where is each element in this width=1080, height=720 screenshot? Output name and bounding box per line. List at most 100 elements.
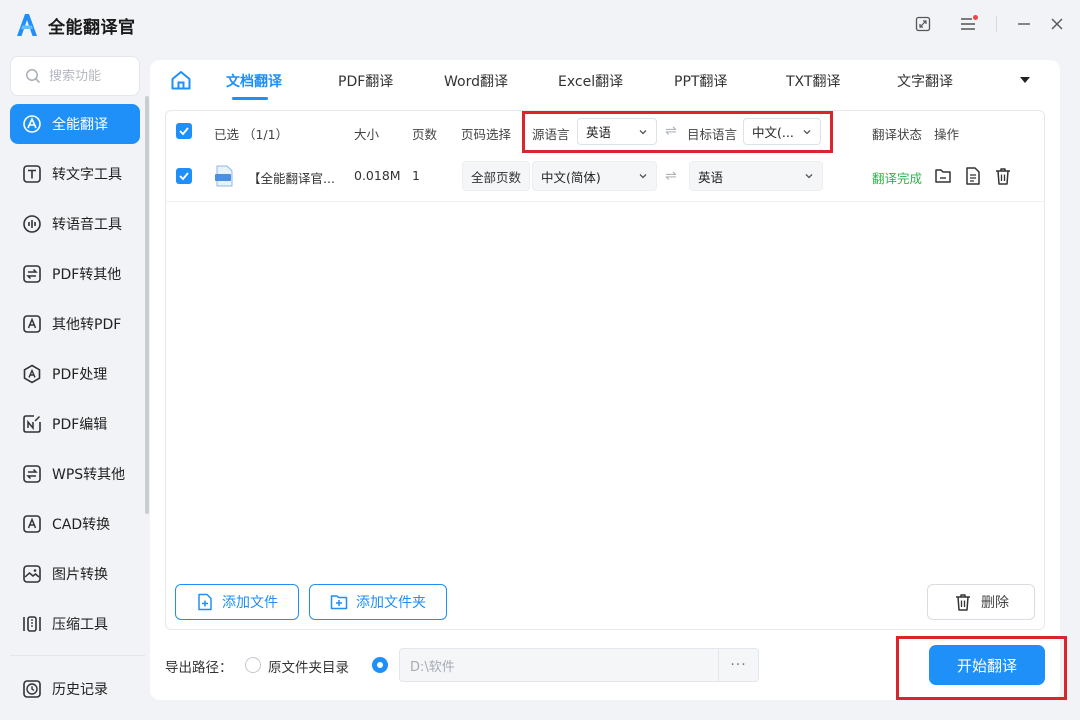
sidebar-item-label: 转文字工具: [52, 167, 122, 183]
row-target-language-select[interactable]: 英语: [689, 161, 823, 191]
row-divider: [166, 201, 1044, 202]
export-path-field[interactable]: D:\软件 ···: [399, 648, 759, 682]
pdf-icon: [22, 314, 42, 334]
sidebar-scrollbar[interactable]: [145, 96, 149, 514]
search-icon: [26, 69, 41, 84]
delete-button[interactable]: 删除: [927, 584, 1035, 620]
notification-dot: [973, 15, 978, 20]
menu-button[interactable]: [958, 14, 978, 34]
highlight-start-button: [896, 636, 1067, 700]
radio-dot: [377, 662, 383, 668]
sidebar-item-pdf-to-other[interactable]: PDF转其他: [10, 254, 140, 294]
shrink-icon: [915, 16, 931, 32]
home-icon[interactable]: [170, 69, 192, 91]
tab-word-translate[interactable]: Word翻译: [444, 71, 508, 91]
header-selected: 已选 （1/1）: [214, 127, 289, 142]
add-file-icon: [198, 593, 212, 611]
radio-original-folder-label[interactable]: 原文件夹目录: [268, 656, 349, 676]
translation-status: 翻译完成: [872, 171, 923, 186]
header-page-select: 页码选择: [461, 127, 512, 142]
sidebar-item-label: 转语音工具: [52, 217, 122, 233]
sidebar-item-label: 历史记录: [52, 682, 108, 698]
sidebar-divider: [10, 655, 145, 656]
add-file-label: 添加文件: [222, 595, 278, 611]
tab-text-translate[interactable]: 文字翻译: [897, 71, 953, 91]
minimize-button[interactable]: [1014, 14, 1034, 34]
add-folder-button[interactable]: 添加文件夹: [309, 584, 447, 620]
active-tab-indicator: [232, 97, 268, 100]
translate-icon: [22, 114, 42, 134]
row-source-language-select[interactable]: 中文(简体): [532, 161, 657, 191]
sidebar-item-label: PDF处理: [52, 367, 108, 383]
add-folder-label: 添加文件夹: [356, 595, 426, 611]
trash-icon: [956, 594, 970, 611]
sidebar-item-label: 其他转PDF: [52, 317, 122, 333]
sidebar-item-compress[interactable]: 压缩工具: [10, 604, 140, 644]
add-file-button[interactable]: 添加文件: [175, 584, 299, 620]
sidebar-item-cad-convert[interactable]: CAD转换: [10, 504, 140, 544]
app-title: 全能翻译官: [48, 18, 136, 38]
cad-icon: [22, 514, 42, 534]
sidebar-item-pdf-edit[interactable]: PDF编辑: [10, 404, 140, 444]
sidebar-item-label: 图片转换: [52, 567, 108, 583]
sidebar-item-image-convert[interactable]: 图片转换: [10, 554, 140, 594]
compress-icon: [22, 614, 42, 634]
text-icon: [22, 164, 42, 184]
highlight-language-selector: [522, 111, 833, 153]
page-range-button[interactable]: 全部页数: [462, 161, 530, 191]
sidebar-item-all-translate[interactable]: 全能翻译: [10, 104, 140, 144]
export-path-label: 导出路径：: [165, 660, 233, 676]
view-file-icon[interactable]: [963, 166, 983, 186]
browse-button[interactable]: ···: [718, 649, 758, 681]
trash-icon[interactable]: [993, 166, 1013, 186]
header-actions: 操作: [934, 127, 960, 142]
tab-excel-translate[interactable]: Excel翻译: [558, 71, 623, 91]
image-icon: [22, 564, 42, 584]
sidebar-item-wps-to-other[interactable]: WPS转其他: [10, 454, 140, 494]
tab-ppt-translate[interactable]: PPT翻译: [674, 71, 727, 91]
sidebar-item-history[interactable]: 历史记录: [10, 669, 140, 709]
radio-custom-path[interactable]: [372, 657, 388, 673]
file-name[interactable]: 【全能翻译官...: [248, 168, 335, 187]
search-box[interactable]: [10, 56, 140, 96]
tab-txt-translate[interactable]: TXT翻译: [786, 71, 840, 91]
edit-icon: [22, 414, 42, 434]
header-status: 翻译状态: [872, 127, 923, 142]
app-logo-icon: [17, 14, 37, 36]
open-folder-icon[interactable]: [933, 166, 953, 186]
row-checkbox[interactable]: [176, 168, 192, 184]
wps-icon: [22, 464, 42, 484]
shrink-window-button[interactable]: [913, 14, 933, 34]
titlebar-divider: [996, 16, 997, 32]
delete-label: 删除: [981, 595, 1009, 611]
checkmark-icon: [179, 127, 189, 136]
sidebar-item-other-to-pdf[interactable]: 其他转PDF: [10, 304, 140, 344]
file-size: 0.018M: [354, 168, 401, 183]
close-icon: [1051, 18, 1063, 30]
select-value: 中文(简体): [541, 169, 601, 185]
checkmark-icon: [179, 172, 189, 181]
sidebar-item-label: 全能翻译: [52, 117, 108, 133]
tab-document-translate[interactable]: 文档翻译: [226, 71, 282, 91]
history-icon: [22, 679, 42, 699]
sidebar-item-label: PDF编辑: [52, 417, 108, 433]
swap-icon[interactable]: ⇌: [665, 168, 677, 184]
search-input[interactable]: [49, 68, 129, 84]
tab-pdf-translate[interactable]: PDF翻译: [338, 71, 393, 91]
chevron-down-icon: [639, 174, 647, 179]
close-button[interactable]: [1047, 14, 1067, 34]
more-tabs-dropdown-icon[interactable]: [1017, 72, 1033, 88]
sidebar-item-label: CAD转换: [52, 517, 111, 533]
select-all-checkbox[interactable]: [176, 123, 192, 139]
audio-wave-icon: [22, 214, 42, 234]
sidebar-item-label: WPS转其他: [52, 467, 126, 483]
export-path-value: D:\软件: [410, 659, 455, 675]
sidebar-item-pdf-process[interactable]: PDF处理: [10, 354, 140, 394]
header-pages: 页数: [412, 127, 438, 142]
file-pages: 1: [412, 168, 420, 183]
radio-original-folder[interactable]: [245, 657, 261, 673]
sidebar-item-text-to-speech[interactable]: 转语音工具: [10, 204, 140, 244]
header-size: 大小: [354, 127, 380, 142]
sidebar-item-label: PDF转其他: [52, 267, 122, 283]
sidebar-item-speech-to-text[interactable]: 转文字工具: [10, 154, 140, 194]
